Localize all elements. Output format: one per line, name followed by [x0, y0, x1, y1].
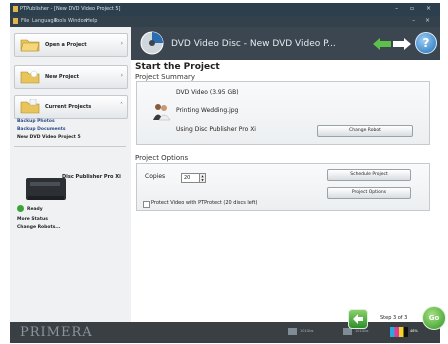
mdi-controls[interactable]: – ×	[412, 17, 434, 24]
footer-bar: PRIMERA 101Gbs 101Gbs 48%	[10, 322, 440, 343]
project-link-backup-photos[interactable]: Backup Photos	[17, 119, 55, 124]
current-projects-label: Current Projects	[45, 104, 92, 110]
current-projects-header[interactable]: Current Projects ˄	[14, 95, 128, 119]
project-summary-title: Project Summary	[135, 73, 196, 81]
open-project-button[interactable]: Open a Project ›	[14, 33, 128, 57]
disk-icon	[288, 328, 297, 335]
window-controls[interactable]: – ▫ ×	[395, 5, 436, 12]
go-button[interactable]: Go	[422, 306, 446, 330]
app-icon	[13, 6, 18, 12]
header-title: DVD Video Disc - New DVD Video P...	[171, 39, 336, 49]
project-link-backup-documents[interactable]: Backup Documents	[17, 127, 66, 132]
menu-help[interactable]: Help	[86, 18, 97, 24]
app-window: PTPublisher - [New DVD Video Project 5] …	[10, 3, 446, 343]
new-folder-icon	[20, 70, 40, 84]
back-arrow-icon	[353, 314, 363, 324]
copies-input[interactable]: 20	[181, 173, 201, 183]
schedule-project-button[interactable]: Schedule Project	[327, 169, 411, 181]
printer-name: Disc Publisher Pro Xi	[62, 174, 121, 180]
copies-label: Copies	[145, 173, 166, 180]
status-ok-icon	[17, 205, 24, 212]
project-options-button[interactable]: Project Options	[327, 187, 411, 199]
protect-video-label: Protect Video with PTProtect (20 discs l…	[151, 200, 258, 206]
more-status-link[interactable]: More Status	[17, 217, 48, 222]
menu-file[interactable]: File	[21, 18, 29, 24]
brand-logo: PRIMERA	[20, 325, 93, 340]
change-robot-button[interactable]: Change Robot	[317, 125, 413, 137]
new-project-button[interactable]: New Project ›	[14, 65, 128, 89]
back-step-button[interactable]	[348, 309, 368, 329]
menu-bar: File Language Tools Window Help – ×	[10, 16, 440, 27]
page-title: Start the Project	[135, 62, 220, 72]
project-summary-panel: DVD Video (3.95 GB) Printing Wedding.jpg…	[136, 81, 430, 145]
chevron-up-icon: ˄	[120, 102, 123, 109]
menu-window[interactable]: Window	[68, 18, 88, 24]
printer-divider	[14, 146, 126, 147]
disk-space-1: 101Gbs	[300, 329, 314, 333]
open-folder-icon	[20, 39, 40, 52]
menu-tools[interactable]: Tools	[54, 18, 66, 24]
menu-app-icon	[13, 18, 18, 24]
project-options-title: Project Options	[135, 154, 189, 162]
protect-video-checkbox[interactable]	[143, 201, 150, 208]
summary-print-file: Printing Wedding.jpg	[176, 107, 239, 114]
chevron-right-icon: ›	[120, 72, 123, 79]
title-bar: PTPublisher - [New DVD Video Project 5] …	[10, 3, 440, 16]
change-robots-link[interactable]: Change Robots...	[17, 225, 60, 230]
new-project-label: New Project	[45, 74, 79, 80]
sidebar: Open a Project › New Project › Current P…	[10, 27, 132, 322]
ink-percent: 48%	[410, 329, 418, 333]
ink-level-icon	[390, 327, 408, 337]
wedding-thumbnail-icon	[153, 104, 171, 121]
projects-folder-icon	[20, 99, 40, 114]
dvd-disc-icon	[140, 31, 164, 55]
window-title: PTPublisher - [New DVD Video Project 5]	[20, 6, 121, 12]
header-bar: DVD Video Disc - New DVD Video P... ?	[131, 27, 440, 60]
summary-robot: Using Disc Publisher Pro Xi	[176, 126, 256, 133]
forward-arrow-icon[interactable]	[393, 38, 411, 50]
main-content: Start the Project Project Summary DVD Vi…	[131, 60, 440, 322]
summary-disc-type: DVD Video (3.95 GB)	[176, 89, 239, 96]
printer-status: Ready	[27, 207, 43, 212]
back-arrow-icon[interactable]	[373, 38, 391, 50]
copies-spinner[interactable]: ▲ ▼	[199, 173, 206, 183]
menu-language[interactable]: Language	[32, 18, 57, 24]
step-indicator: Step 3 of 3	[380, 315, 408, 321]
help-icon[interactable]: ?	[415, 32, 437, 54]
chevron-right-icon: ›	[120, 40, 123, 47]
project-options-panel: Copies 20 ▲ ▼ Schedule Project Project Op…	[136, 163, 430, 211]
open-project-label: Open a Project	[45, 42, 87, 48]
project-link-new-dvd[interactable]: New DVD Video Project 5	[17, 135, 81, 140]
